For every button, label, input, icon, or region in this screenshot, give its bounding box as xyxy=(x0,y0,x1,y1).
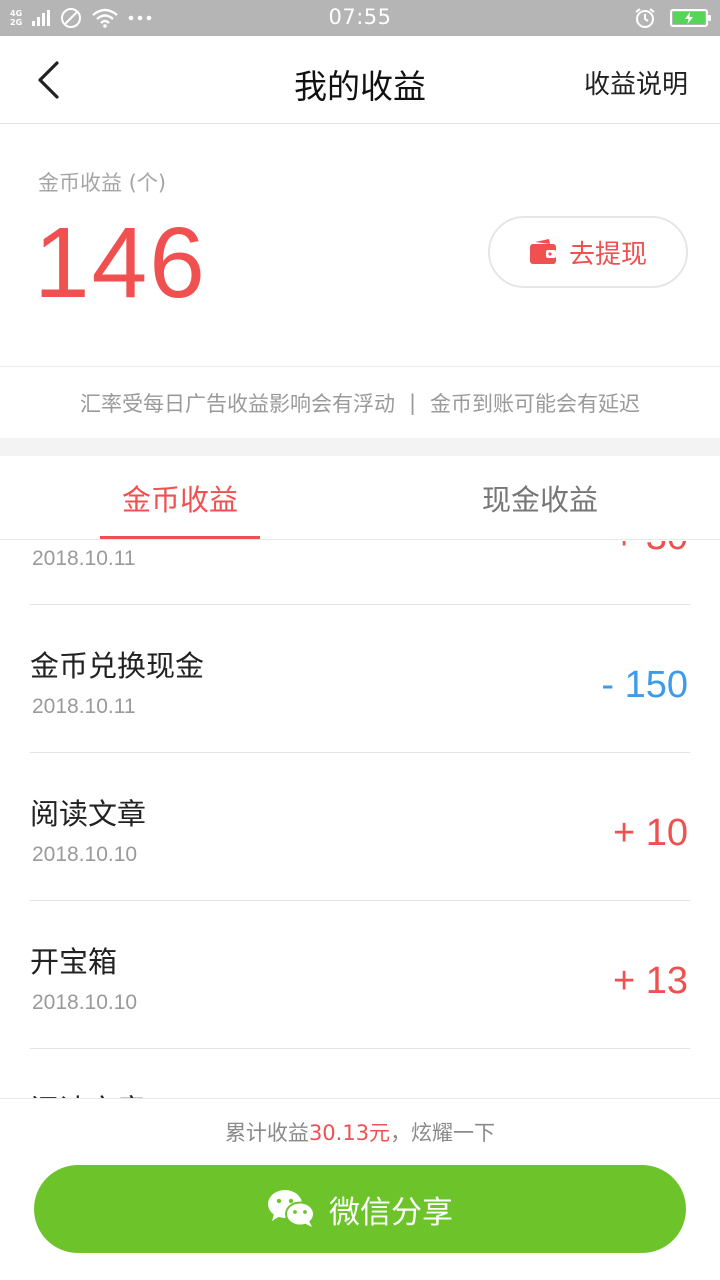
earnings-tabs: 金币收益 现金收益 xyxy=(0,456,720,540)
earnings-explanation-link[interactable]: 收益说明 xyxy=(584,64,688,101)
list-item: 2018.10.11 + 30 xyxy=(30,541,690,605)
record-date: 2018.10.11 xyxy=(32,547,136,570)
withdraw-button-label: 去提现 xyxy=(568,239,647,270)
summary-suffix: ，炫耀一下 xyxy=(390,1121,496,1145)
list-item: 开宝箱 2018.10.10 + 13 xyxy=(30,901,690,1049)
app-header: 我的收益 收益说明 xyxy=(0,36,720,124)
notice-right-text: 金币到账可能会有延迟 xyxy=(430,391,641,416)
charging-bolt-icon xyxy=(685,12,693,24)
tab-cash-earnings[interactable]: 现金收益 xyxy=(360,456,720,540)
record-title: 开宝箱 xyxy=(30,945,118,979)
status-bar: 4G 2G 07:55 xyxy=(0,0,720,36)
wallet-icon xyxy=(529,239,556,264)
withdraw-button[interactable]: 去提现 xyxy=(488,216,688,288)
record-amount: + 10 xyxy=(612,812,688,854)
list-item: 阅读文章 xyxy=(30,1049,690,1098)
alarm-icon xyxy=(635,8,655,28)
record-amount: - 150 xyxy=(601,664,688,706)
record-date: 2018.10.11 xyxy=(32,695,136,718)
record-title: 阅读文章 xyxy=(30,1087,146,1098)
back-button[interactable] xyxy=(20,56,76,104)
share-button-label: 微信分享 xyxy=(329,1194,453,1231)
record-title: 金币兑换现金 xyxy=(30,649,205,683)
active-tab-indicator xyxy=(100,536,260,539)
record-date: 2018.10.10 xyxy=(32,991,138,1014)
earnings-record-list[interactable]: 2018.10.11 + 30 金币兑换现金 2018.10.11 - 150 … xyxy=(0,541,720,1098)
share-panel: 累计收益30.13元，炫耀一下 微信分享 xyxy=(0,1098,720,1280)
notice-separator: | xyxy=(408,390,417,415)
record-amount: + 30 xyxy=(613,541,688,559)
back-arrow-icon xyxy=(38,61,59,99)
exchange-notice: 汇率受每日广告收益影响会有浮动 | 金币到账可能会有延迟 xyxy=(0,366,720,438)
balance-section: 金币收益 (个) 146 去提现 xyxy=(0,125,720,365)
wechat-share-button[interactable]: 微信分享 xyxy=(34,1165,686,1253)
coin-balance-value: 146 xyxy=(34,207,207,319)
record-title: 阅读文章 xyxy=(30,797,147,831)
section-divider xyxy=(0,438,720,456)
wechat-icon xyxy=(268,1190,315,1227)
record-amount: + 13 xyxy=(612,960,688,1002)
tab-coin-earnings[interactable]: 金币收益 xyxy=(0,456,360,540)
cumulative-earnings-summary: 累计收益30.13元，炫耀一下 xyxy=(0,1117,720,1147)
record-date: 2018.10.10 xyxy=(32,843,138,866)
notice-left-text: 汇率受每日广告收益影响会有浮动 xyxy=(79,391,395,416)
list-item: 金币兑换现金 2018.10.11 - 150 xyxy=(30,605,690,753)
summary-prefix: 累计收益 xyxy=(224,1121,309,1145)
summary-amount: 30.13元 xyxy=(308,1121,391,1145)
status-time: 07:55 xyxy=(328,5,392,29)
list-item: 阅读文章 2018.10.10 + 10 xyxy=(30,753,690,901)
battery-icon xyxy=(670,9,711,27)
balance-label: 金币收益 (个) xyxy=(38,171,167,195)
